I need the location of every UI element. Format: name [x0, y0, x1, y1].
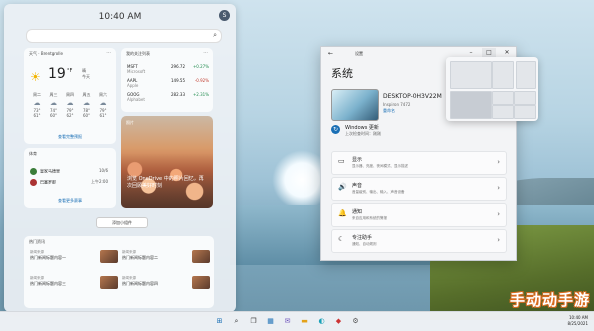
news-thumbnail [192, 276, 210, 289]
chat-icon[interactable]: ✉ [283, 317, 292, 326]
settings-title: 设置 [355, 51, 363, 56]
chevron-right-icon: › [497, 158, 500, 166]
weather-condition: 晴 今天 [82, 68, 90, 79]
forecast-day: 周二 ☁ 73° 61° [30, 92, 44, 118]
device-name: DESKTOP-0H3V22M [383, 93, 442, 100]
taskbar: ⊞ ⌕ ❐ ▦ ✉ ▬ ◐ ◆ ⚙ 10:40 AM 8/25/2021 [0, 311, 594, 331]
cloud-icon: ☁ [83, 99, 90, 107]
moon-icon: ☾ [338, 235, 345, 243]
stocks-card-header: 我的关注列表 [126, 51, 150, 56]
file-explorer-icon[interactable]: ▬ [300, 317, 309, 326]
weather-card[interactable]: 天气 · Brentgrolle ··· ☀ 19 °F 晴 今天 周二 ☁ 73°… [24, 48, 116, 144]
stock-row[interactable]: AAPL Apple 149.55 -0.92% [127, 78, 209, 88]
more-options-icon[interactable]: ··· [203, 50, 208, 56]
sports-card[interactable]: 体育 皇家马德里 10/6 巴塞罗那 上午2:00 查看更多赛事 [24, 148, 116, 208]
sports-card-header: 体育 [29, 151, 37, 156]
forecast-day: 周三 ☁ 74° 60° [47, 92, 61, 118]
store-icon[interactable]: ◆ [334, 317, 343, 326]
chevron-right-icon: › [497, 236, 500, 244]
settings-gear-icon[interactable]: ⚙ [351, 317, 360, 326]
photos-card-header: 照片 [126, 120, 134, 125]
news-thumbnail [100, 250, 118, 263]
stock-row[interactable]: MSFT Microsoft 296.72 +0.27% [127, 64, 209, 74]
device-model: Inspiron 7472 [383, 102, 411, 107]
add-widgets-button[interactable]: 添加小组件 [96, 217, 148, 228]
stocks-card[interactable]: 我的关注列表 ··· MSFT Microsoft 296.72 +0.27% AA… [121, 48, 213, 112]
chevron-right-icon: › [497, 210, 500, 218]
news-thumbnail [192, 250, 210, 263]
cloud-icon: ☁ [99, 99, 107, 107]
snap-layout-quadrant[interactable] [514, 105, 536, 119]
photos-card[interactable]: 照片 浏览 OneDrive 中的照片回忆，再次回顾美好时刻 [121, 116, 213, 208]
snap-layout-half-right[interactable] [492, 61, 514, 89]
display-icon: ▭ [338, 157, 345, 165]
news-item[interactable]: 新闻来源 热门新闻标题内容二 [122, 250, 210, 264]
search-icon: ⌕ [213, 31, 217, 39]
setting-row-focus-assist[interactable]: ☾ 专注助手 通知、自动规则 › [331, 229, 507, 253]
setting-row-notifications[interactable]: 🔔 通知 来自应用和系统的警报 › [331, 203, 507, 227]
stock-row[interactable]: GOOG Alphabet 282.33 +2.31% [127, 92, 209, 102]
widgets-time: 10:40 AM [98, 12, 142, 22]
rename-link[interactable]: 重命名 [383, 108, 395, 114]
snap-layout-thirds[interactable] [516, 61, 536, 89]
forecast-day: 周五 ☁ 78° 60° [80, 92, 94, 118]
edge-icon[interactable]: ◐ [317, 317, 326, 326]
photos-caption: 浏览 OneDrive 中的照片回忆，再次回顾美好时刻 [127, 176, 204, 189]
cloud-icon: ☁ [33, 99, 41, 107]
weather-card-header: 天气 · Brentgrolle ··· [29, 50, 111, 56]
snap-layout-quadrant[interactable] [492, 91, 514, 105]
taskbar-clock[interactable]: 10:40 AM 8/25/2021 [567, 315, 588, 327]
widgets-icon[interactable]: ▦ [266, 317, 275, 326]
news-card: 热门资讯 新闻来源 热门新闻标题内容一 新闻来源 热门新闻标题内容二 新闻来源 热门新… [24, 236, 214, 308]
forecast-day: 周六 ☁ 79° 61° [96, 92, 110, 118]
team-logo-icon [30, 179, 37, 186]
sports-more-link[interactable]: 查看更多赛事 [24, 198, 116, 204]
news-item[interactable]: 新闻来源 热门新闻标题内容一 [30, 250, 118, 264]
windows-update-title[interactable]: Windows 更新 [345, 124, 379, 131]
team-row: 皇家马德里 10/6 [30, 168, 110, 175]
snap-layout-quadrant[interactable] [514, 91, 536, 105]
weather-forecast-link[interactable]: 查看完整预报 [24, 134, 116, 140]
cloud-icon: ☁ [50, 99, 57, 107]
snap-layout-large-left[interactable] [450, 91, 492, 119]
avatar[interactable]: S [219, 10, 230, 21]
news-card-header: 热门资讯 [29, 239, 45, 244]
windows-update-status: 上次检查时间：刚刚 [345, 131, 381, 136]
watermark: 手动动手游 [509, 291, 590, 309]
setting-row-display[interactable]: ▭ 显示 显示器、亮度、夜间模式、显示描述 › [331, 151, 507, 175]
weather-forecast: 周二 ☁ 73° 61° 周三 ☁ 74° 60° 周四 ☁ 79° 62° 周五 ☁ 78° 60° … [30, 92, 110, 118]
search-icon[interactable]: ⌕ [232, 317, 241, 326]
weather-temp: 19 [48, 66, 66, 82]
team-logo-icon [30, 168, 37, 175]
windows-update-icon: ↻ [331, 125, 340, 134]
chevron-right-icon: › [497, 184, 500, 192]
page-title: 系统 [331, 67, 353, 80]
setting-row-sound[interactable]: 🔊 声音 音量级别、输出、输入、声音设备 › [331, 177, 507, 201]
cloud-icon: ☁ [66, 99, 74, 107]
start-icon[interactable]: ⊞ [215, 317, 224, 326]
snap-layout-quadrant[interactable] [492, 105, 514, 119]
forecast-day: 周四 ☁ 79° 62° [63, 92, 77, 118]
team-row: 巴塞罗那 上午2:00 [30, 179, 110, 186]
device-thumbnail [331, 89, 379, 121]
weather-unit: °F [67, 68, 73, 74]
news-item[interactable]: 新闻来源 热门新闻标题内容四 [122, 276, 210, 290]
more-options-icon[interactable]: ··· [106, 50, 111, 56]
widgets-search-input[interactable]: ⌕ [26, 29, 222, 43]
task-view-icon[interactable]: ❐ [249, 317, 258, 326]
sunny-icon: ☀ [30, 70, 41, 84]
sound-icon: 🔊 [338, 183, 347, 191]
back-arrow-icon[interactable]: ← [328, 50, 333, 57]
news-thumbnail [100, 276, 118, 289]
snap-layout-half-left[interactable] [450, 61, 492, 89]
snap-layouts-flyout [446, 57, 538, 121]
bell-icon: 🔔 [338, 209, 347, 217]
news-item[interactable]: 新闻来源 热门新闻标题内容三 [30, 276, 118, 290]
